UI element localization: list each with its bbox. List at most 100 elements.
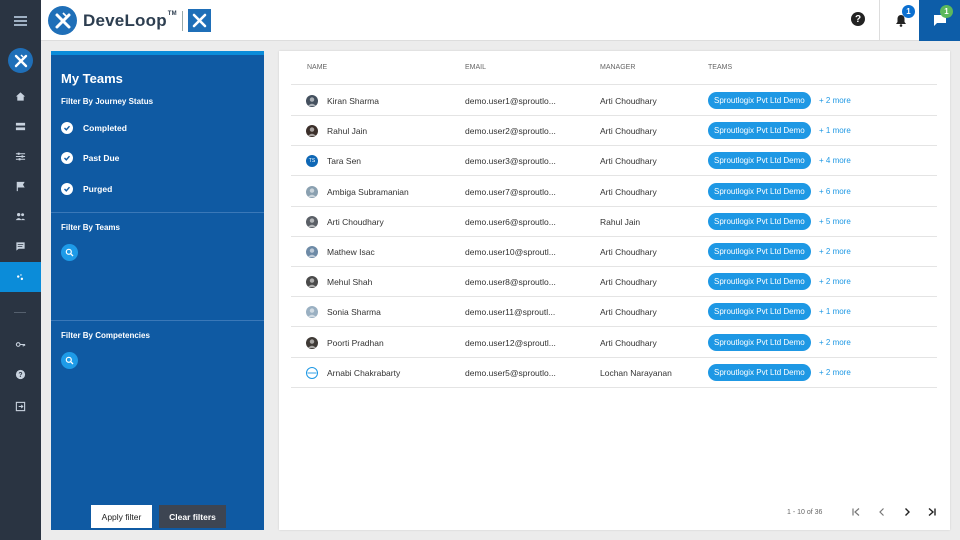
- key-icon[interactable]: [0, 329, 41, 359]
- sliders-icon[interactable]: [0, 141, 41, 171]
- chevron-left-icon: [879, 508, 884, 516]
- search-icon: [65, 248, 74, 257]
- help-icon[interactable]: ?: [0, 359, 41, 389]
- clear-filters-button[interactable]: Clear filters: [159, 505, 226, 528]
- member-email: demo.user3@sproutlo...: [465, 156, 556, 167]
- member-manager: Arti Choudhary: [600, 96, 657, 106]
- more-teams-link[interactable]: + 2 more: [819, 368, 851, 377]
- flag-icon[interactable]: [0, 171, 41, 201]
- table-row[interactable]: Sonia Sharma demo.user11@sproutl... Arti C…: [291, 297, 937, 328]
- notifications-button[interactable]: 1: [879, 0, 921, 41]
- table-row[interactable]: Rahul Jain demo.user2@sproutlo... Arti Cho…: [291, 116, 937, 147]
- team-chip[interactable]: Sproutlogix Pvt Ltd Demo: [708, 273, 811, 291]
- member-name: Mehul Shah: [327, 277, 373, 288]
- check-icon: [61, 122, 73, 134]
- messages-button[interactable]: 1: [919, 0, 960, 41]
- message-icon[interactable]: [0, 231, 41, 261]
- section-divider: [51, 212, 264, 213]
- search-icon: [65, 356, 74, 365]
- member-email: demo.user7@sproutlo...: [465, 186, 556, 197]
- team-chip[interactable]: Sproutlogix Pvt Ltd Demo: [708, 182, 811, 200]
- member-email: demo.user8@sproutlo...: [465, 277, 556, 288]
- teams-filter-label: Filter By Teams: [61, 223, 120, 232]
- more-teams-link[interactable]: + 2 more: [819, 247, 851, 256]
- teams-search-button[interactable]: [61, 244, 78, 261]
- team-chip[interactable]: Sproutlogix Pvt Ltd Demo: [708, 363, 811, 381]
- filter-panel: My Teams Filter By Journey Status Comple…: [51, 51, 264, 530]
- team-chip[interactable]: Sproutlogix Pvt Ltd Demo: [708, 303, 811, 321]
- team-chip[interactable]: Sproutlogix Pvt Ltd Demo: [708, 152, 811, 170]
- first-page-button[interactable]: [849, 504, 863, 520]
- member-manager: Arti Choudhary: [600, 337, 657, 348]
- brand-name: DeveLoopTM: [83, 10, 177, 30]
- member-manager: Arti Choudhary: [600, 277, 657, 288]
- more-teams-link[interactable]: + 2 more: [819, 338, 851, 347]
- member-manager: Arti Choudhary: [600, 247, 657, 257]
- section-divider: [51, 320, 264, 321]
- team-chip[interactable]: Sproutlogix Pvt Ltd Demo: [708, 243, 811, 260]
- more-teams-link[interactable]: + 6 more: [819, 187, 851, 196]
- menu-icon[interactable]: [0, 0, 41, 41]
- member-name: Sonia Sharma: [327, 307, 381, 318]
- brand-logo[interactable]: DeveLoopTM: [48, 6, 211, 35]
- more-teams-link[interactable]: + 1 more: [819, 307, 851, 316]
- more-teams-link[interactable]: + 2 more: [819, 96, 851, 105]
- team-icon[interactable]: [0, 262, 41, 292]
- more-teams-link[interactable]: + 4 more: [819, 156, 851, 165]
- rail-divider: [14, 312, 26, 313]
- member-manager: Arti Choudhary: [600, 307, 657, 318]
- member-email: demo.user1@sproutlo...: [465, 96, 556, 106]
- column-header-teams[interactable]: Teams: [708, 64, 732, 71]
- column-header-name[interactable]: Name: [307, 64, 327, 71]
- status-option-completed[interactable]: Completed: [61, 121, 127, 135]
- more-teams-link[interactable]: + 2 more: [819, 277, 851, 286]
- member-email: demo.user2@sproutlo...: [465, 126, 556, 137]
- table-row[interactable]: Poorti Pradhan demo.user12@sproutl... Arti…: [291, 328, 937, 358]
- member-name: Poorti Pradhan: [327, 337, 384, 348]
- apply-filter-button[interactable]: Apply filter: [91, 505, 152, 528]
- members-table-card: Name Email Manager Teams Kiran Sharma dem…: [279, 51, 950, 530]
- check-icon: [61, 183, 73, 195]
- status-option-past-due[interactable]: Past Due: [61, 151, 119, 165]
- table-row[interactable]: Kiran Sharma demo.user1@sproutlo... Arti C…: [291, 86, 937, 116]
- notifications-badge: 1: [902, 5, 915, 18]
- last-page-button[interactable]: [925, 504, 939, 520]
- layers-icon[interactable]: [0, 111, 41, 141]
- member-manager: Rahul Jain: [600, 216, 641, 227]
- member-manager: Lochan Narayanan: [600, 367, 672, 378]
- team-chip[interactable]: Sproutlogix Pvt Ltd Demo: [708, 212, 811, 230]
- help-button[interactable]: ?: [851, 12, 865, 26]
- more-teams-link[interactable]: + 1 more: [819, 126, 851, 135]
- team-chip[interactable]: Sproutlogix Pvt Ltd Demo: [708, 333, 811, 351]
- table-row[interactable]: Arnabi Chakrabarty demo.user5@sproutlo...…: [291, 358, 937, 388]
- avatar: [306, 185, 318, 198]
- member-name: Kiran Sharma: [327, 96, 379, 106]
- develoop-rail-logo-icon[interactable]: [8, 48, 33, 73]
- people-icon[interactable]: [0, 201, 41, 231]
- table-row[interactable]: TS Tara Sen demo.user3@sproutlo... Arti Cho…: [291, 146, 937, 177]
- avatar-initials: TS: [306, 155, 318, 168]
- status-option-purged[interactable]: Purged: [61, 182, 112, 196]
- member-email: demo.user12@sproutl...: [465, 337, 556, 348]
- team-chip[interactable]: Sproutlogix Pvt Ltd Demo: [708, 92, 811, 109]
- table-row[interactable]: Ambiga Subramanian demo.user7@sproutlo...…: [291, 177, 937, 207]
- member-email: demo.user6@sproutlo...: [465, 216, 556, 227]
- avatar: [306, 336, 318, 349]
- table-row[interactable]: Mathew Isac demo.user10@sproutl... Arti Ch…: [291, 237, 937, 267]
- avatar: [306, 276, 318, 289]
- first-page-icon: [852, 508, 860, 516]
- column-header-email[interactable]: Email: [465, 64, 486, 71]
- next-page-button[interactable]: [900, 504, 914, 520]
- home-icon[interactable]: [0, 81, 41, 111]
- member-email: demo.user5@sproutlo...: [465, 367, 556, 378]
- competencies-search-button[interactable]: [61, 352, 78, 369]
- previous-page-button[interactable]: [875, 504, 889, 520]
- table-row[interactable]: Arti Choudhary demo.user6@sproutlo... Rahu…: [291, 207, 937, 237]
- competencies-filter-label: Filter By Competencies: [61, 331, 150, 340]
- column-header-manager[interactable]: Manager: [600, 64, 635, 71]
- more-teams-link[interactable]: + 5 more: [819, 217, 851, 226]
- table-row[interactable]: Mehul Shah demo.user8@sproutlo... Arti Cho…: [291, 267, 937, 298]
- team-chip[interactable]: Sproutlogix Pvt Ltd Demo: [708, 122, 811, 140]
- exit-icon[interactable]: [0, 391, 41, 421]
- avatar: [306, 125, 318, 138]
